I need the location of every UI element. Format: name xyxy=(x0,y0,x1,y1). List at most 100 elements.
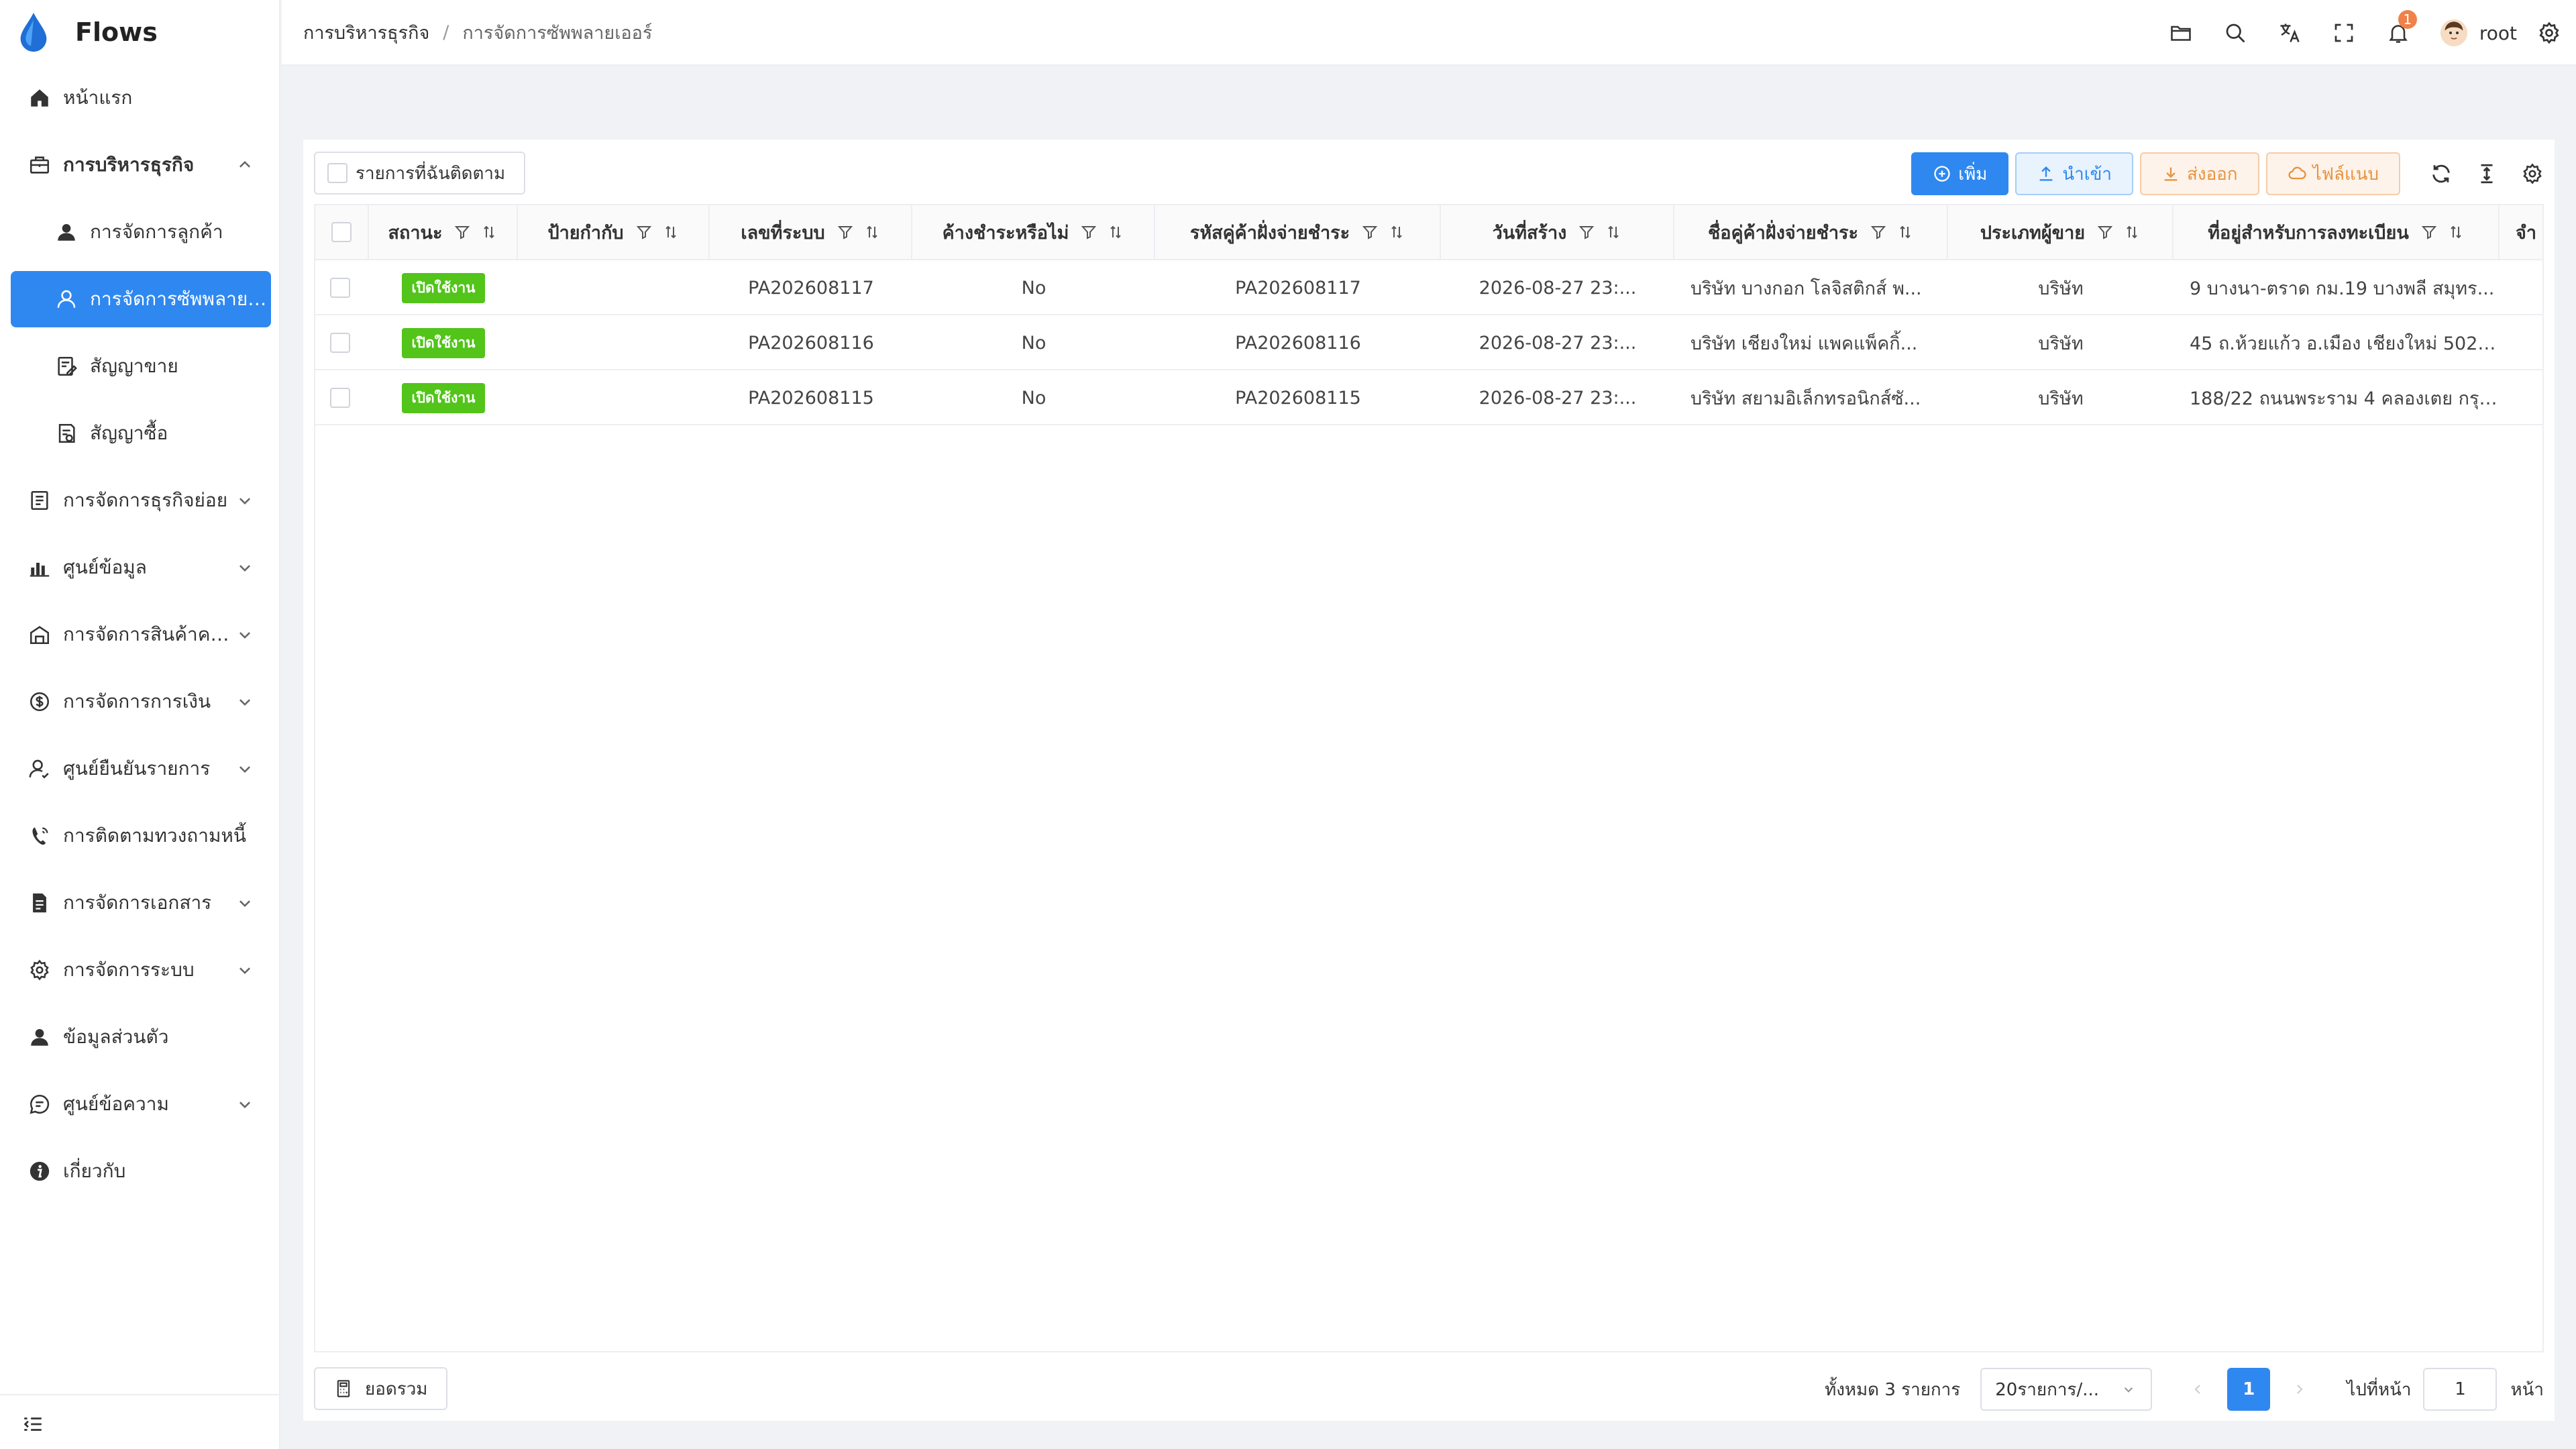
chevron-down-icon xyxy=(2125,1387,2133,1393)
breadcrumb-separator: / xyxy=(443,21,449,43)
next-page-button[interactable] xyxy=(2278,1368,2321,1411)
translate-icon[interactable] xyxy=(2277,21,2302,45)
attachment-button[interactable]: ไฟล์แนบ xyxy=(2265,152,2400,195)
table-row[interactable]: เปิดใช้งาน PA202608115 No PA202608115 20… xyxy=(315,370,2542,425)
page-button-current[interactable]: 1 xyxy=(2227,1368,2271,1411)
sidebar-item-finance[interactable]: การจัดการการเงิน xyxy=(11,674,271,730)
address-cell: 45 ถ.ห้วยแก้ว อ.เมือง เชียงใหม่ 50200 xyxy=(2174,315,2500,370)
goto-page-input[interactable]: 1 xyxy=(2423,1368,2498,1411)
sidebar-item-profile[interactable]: ข้อมูลส่วนตัว xyxy=(11,1009,271,1065)
column-header-vendor-type[interactable]: ประเภทผู้ขาย xyxy=(1948,205,2174,259)
filter-icon[interactable] xyxy=(454,224,470,240)
sidebar-item-sub-business[interactable]: การจัดการธุรกิจย่อย xyxy=(11,472,271,529)
sidebar-item-about[interactable]: เกี่ยวกับ xyxy=(11,1143,271,1199)
column-header-overdue[interactable]: ค้างชำระหรือไม่ xyxy=(912,205,1155,259)
filter-icon[interactable] xyxy=(2421,224,2437,240)
sidebar-item-documents[interactable]: การจัดการเอกสาร xyxy=(11,875,271,931)
column-title: จำ xyxy=(2516,222,2536,244)
address-cell: 9 บางนา-ตราด กม.19 บางพลี สมุทร... xyxy=(2174,260,2500,315)
filter-icon[interactable] xyxy=(837,224,853,240)
summary-button[interactable]: ยอดรวม xyxy=(314,1367,448,1410)
app-logo[interactable]: Flows xyxy=(0,0,279,64)
sort-icon[interactable] xyxy=(1897,224,1913,240)
followed-checkbox[interactable] xyxy=(327,163,347,183)
filter-icon[interactable] xyxy=(1870,224,1886,240)
column-settings-icon[interactable] xyxy=(2521,162,2544,185)
sidebar-item-data-center[interactable]: ศูนย์ข้อมูล xyxy=(11,539,271,596)
sidebar-item-purchase-contract[interactable]: สัญญาซื้อ xyxy=(11,405,271,462)
sort-icon[interactable] xyxy=(481,224,497,240)
table-row[interactable]: เปิดใช้งาน PA202608116 No PA202608116 20… xyxy=(315,315,2542,370)
row-checkbox[interactable] xyxy=(330,388,350,408)
system-no-cell: PA202608117 xyxy=(748,277,874,299)
sidebar-item-system[interactable]: การจัดการระบบ xyxy=(11,942,271,998)
export-button[interactable]: ส่งออก xyxy=(2140,152,2259,195)
sidebar-item-debt-collection[interactable]: การติดตามทวงถามหนี้ xyxy=(11,808,271,864)
collapse-sidebar-icon[interactable] xyxy=(21,1413,44,1436)
my-followed-filter[interactable]: รายการที่ฉันติดตาม xyxy=(314,152,526,195)
sort-icon[interactable] xyxy=(2124,224,2140,240)
column-header-amount[interactable]: จำ xyxy=(2500,205,2542,259)
column-header-system-no[interactable]: เลขที่ระบบ xyxy=(710,205,912,259)
column-title: ที่อยู่สำหรับการลงทะเบียน xyxy=(2208,222,2409,244)
filter-icon[interactable] xyxy=(636,224,652,240)
sidebar-item-inventory[interactable]: การจัดการสินค้าคงคลัง xyxy=(11,606,271,663)
filter-icon[interactable] xyxy=(1578,224,1595,240)
sidebar-item-suppliers[interactable]: การจัดการซัพพลายเออร์ xyxy=(11,271,271,327)
page-size-select[interactable]: 20รายการ/... xyxy=(1980,1368,2153,1411)
sidebar-item-sales-contract[interactable]: สัญญาขาย xyxy=(11,338,271,394)
sidebar-item-business[interactable]: การบริหารธุรกิจ xyxy=(11,137,271,193)
column-header-tag[interactable]: ป้ายกำกับ xyxy=(518,205,710,259)
filter-icon[interactable] xyxy=(1081,224,1097,240)
total-count: ทั้งหมด 3 รายการ xyxy=(1825,1379,1961,1400)
settings-gear-icon[interactable] xyxy=(2537,21,2561,45)
filter-icon[interactable] xyxy=(2097,224,2113,240)
column-header-payee-name[interactable]: ชื่อคู่ค้าฝั่งจ่ายชำระ xyxy=(1674,205,1948,259)
import-button[interactable]: นำเข้า xyxy=(2015,152,2133,195)
sort-icon[interactable] xyxy=(1108,224,1124,240)
select-all-checkbox[interactable] xyxy=(331,222,352,242)
table-row[interactable]: เปิดใช้งาน PA202608117 No PA202608117 20… xyxy=(315,260,2542,315)
sort-icon[interactable] xyxy=(2448,224,2464,240)
fullscreen-icon[interactable] xyxy=(2332,21,2356,45)
sidebar-item-label: การจัดการซัพพลายเออร์ xyxy=(90,288,271,310)
sidebar-item-customers[interactable]: การจัดการลูกค้า xyxy=(11,204,271,260)
vendor-type-cell: บริษัท xyxy=(2038,333,2084,354)
sort-icon[interactable] xyxy=(864,224,880,240)
column-header-address[interactable]: ที่อยู่สำหรับการลงทะเบียน xyxy=(2174,205,2500,259)
payee-name-text: บริษัท เชียงใหม่ แพคแพ็คกิ้... xyxy=(1690,333,1918,354)
filter-icon[interactable] xyxy=(1362,224,1378,240)
page-suffix: หน้า xyxy=(2510,1379,2544,1400)
column-header-created[interactable]: วันที่สร้าง xyxy=(1441,205,1674,259)
folder-icon[interactable] xyxy=(2169,21,2193,45)
person-icon xyxy=(28,1026,51,1049)
sidebar-item-home[interactable]: หน้าแรก xyxy=(11,70,271,126)
sort-icon[interactable] xyxy=(1389,224,1405,240)
row-checkbox[interactable] xyxy=(330,333,350,353)
status-badge: เปิดใช้งาน xyxy=(402,272,485,303)
dollar-circle-icon xyxy=(28,690,51,713)
search-icon[interactable] xyxy=(2223,21,2247,45)
column-header-payee-code[interactable]: รหัสคู่ค้าฝั่งจ่ายชำระ xyxy=(1155,205,1441,259)
sidebar-item-label: สัญญาขาย xyxy=(90,355,178,377)
vendor-type-cell: บริษัท xyxy=(2038,388,2084,409)
chevron-down-icon xyxy=(239,900,250,908)
row-checkbox[interactable] xyxy=(330,278,350,298)
row-density-icon[interactable] xyxy=(2475,162,2498,185)
prev-page-button[interactable] xyxy=(2176,1368,2219,1411)
avatar xyxy=(2440,19,2467,46)
refresh-icon[interactable] xyxy=(2430,162,2453,185)
sort-icon[interactable] xyxy=(663,224,679,240)
breadcrumb-item[interactable]: การบริหารธุรกิจ xyxy=(303,18,429,47)
column-header-status[interactable]: สถานะ xyxy=(369,205,518,259)
sidebar-item-confirmation[interactable]: ศูนย์ยืนยันรายการ xyxy=(11,741,271,797)
user-name: root xyxy=(2479,21,2517,44)
user-menu[interactable]: root xyxy=(2440,19,2517,46)
bell-icon[interactable]: 1 xyxy=(2386,10,2417,45)
sort-icon[interactable] xyxy=(1605,224,1621,240)
column-title: ชื่อคู่ค้าฝั่งจ่ายชำระ xyxy=(1707,222,1859,244)
sidebar-item-messages[interactable]: ศูนย์ข้อความ xyxy=(11,1076,271,1132)
add-button[interactable]: เพิ่ม xyxy=(1911,152,2009,195)
notification-badge: 1 xyxy=(2398,10,2417,29)
sidebar-divider xyxy=(0,1394,280,1395)
